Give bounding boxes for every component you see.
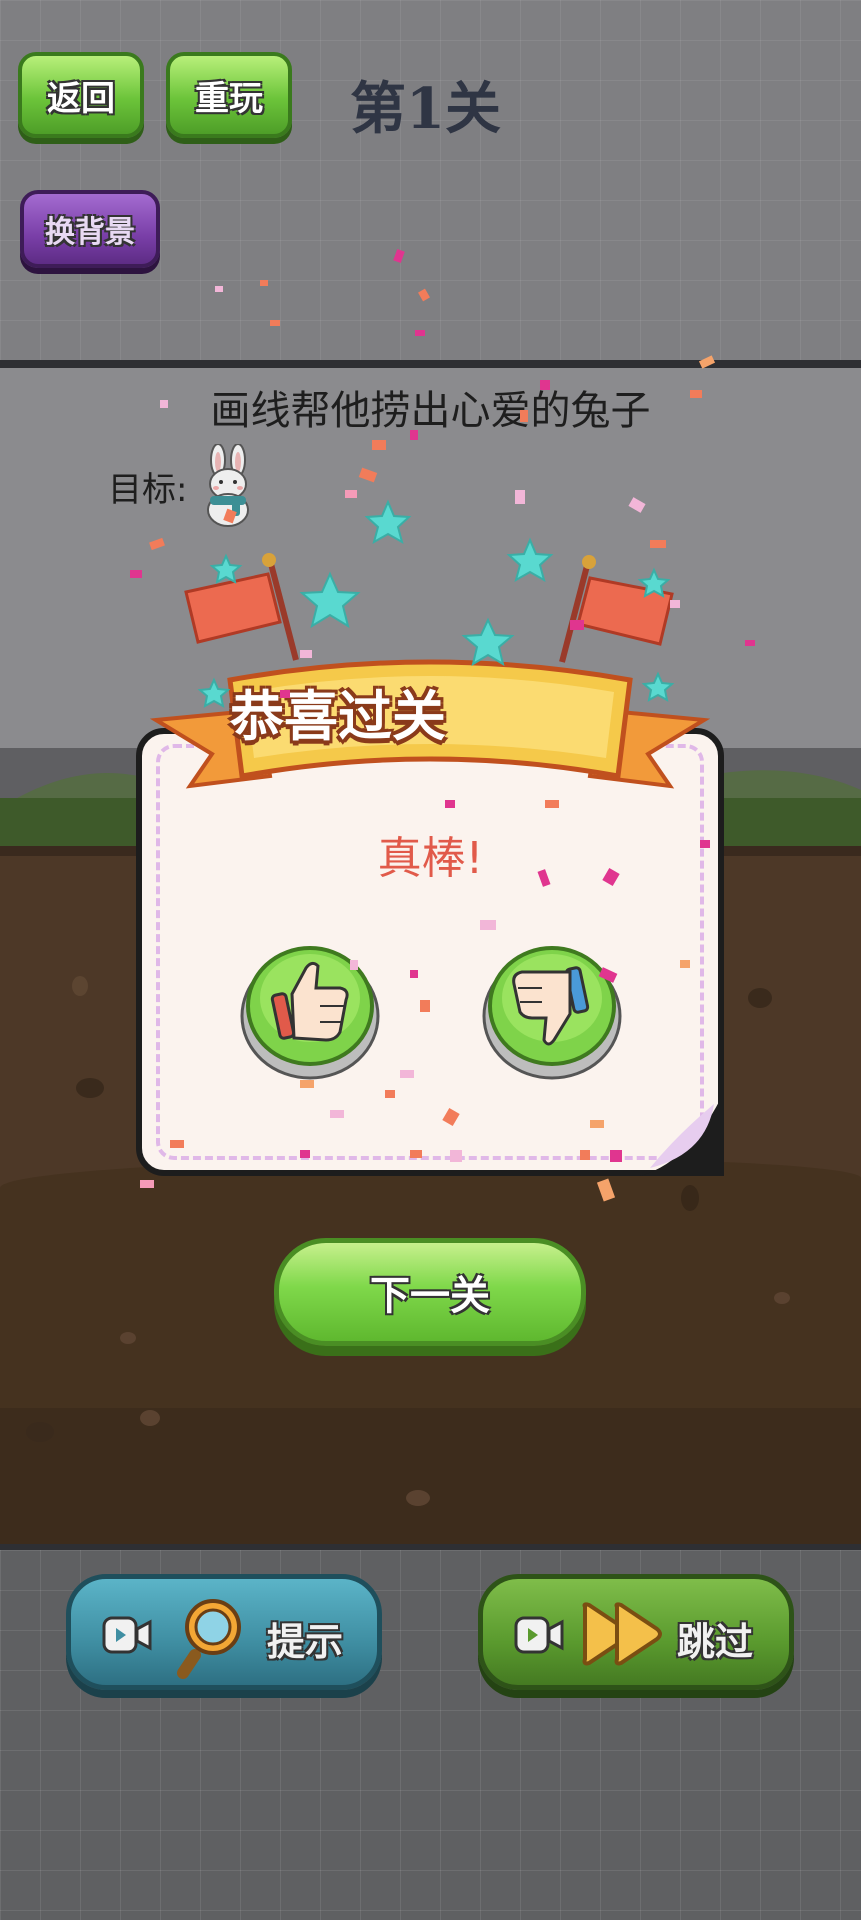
level-title: 第1关 bbox=[350, 76, 501, 142]
skip-label: 跳过 bbox=[677, 1620, 754, 1664]
hint-label: 提示 bbox=[267, 1620, 344, 1664]
thumbs-up-icon[interactable] bbox=[240, 936, 380, 1080]
rabbit-icon bbox=[207, 444, 249, 527]
magnifier-icon bbox=[177, 1599, 241, 1679]
replay-button[interactable]: 重玩 bbox=[166, 52, 292, 138]
level-instruction: 画线帮他捞出心爱的兔子 bbox=[210, 388, 651, 434]
praise-text: 真棒! bbox=[377, 833, 484, 884]
page-curl bbox=[640, 1092, 724, 1176]
hint-button[interactable]: 提示 bbox=[66, 1574, 382, 1690]
video-ad-icon bbox=[514, 1616, 564, 1654]
divider bbox=[0, 360, 861, 368]
fast-forward-icon bbox=[582, 1602, 662, 1666]
change-background-button[interactable]: 换背景 bbox=[20, 190, 160, 268]
thumbs-down-icon[interactable] bbox=[482, 936, 622, 1080]
video-ad-icon bbox=[102, 1616, 152, 1654]
goal-label: 目标: bbox=[108, 470, 188, 510]
banner-title: 恭喜过关 bbox=[230, 685, 446, 748]
next-level-button[interactable]: 下一关 bbox=[274, 1238, 586, 1346]
back-button[interactable]: 返回 bbox=[18, 52, 144, 138]
skip-button[interactable]: 跳过 bbox=[478, 1574, 794, 1690]
